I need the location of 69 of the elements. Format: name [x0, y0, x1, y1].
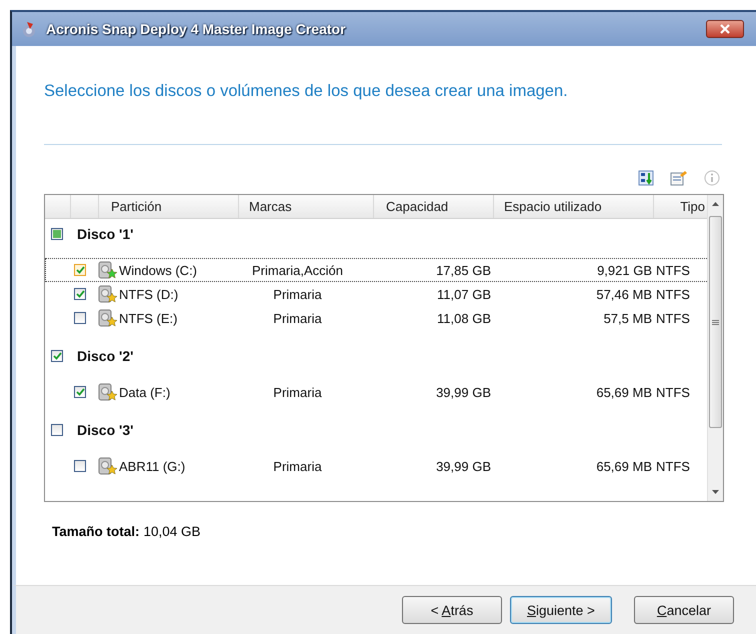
table-row[interactable]: ABR11 (G:) Primaria 39,99 GB 65,69 MB NTFS — [45, 454, 707, 478]
table-cell: 11,07 GB — [437, 286, 491, 302]
grip-icon — [712, 320, 719, 324]
table-row[interactable]: NTFS (D:) Primaria 11,07 GB 57,46 MB NTFS — [45, 282, 707, 306]
close-button[interactable] — [706, 20, 744, 38]
disk-row[interactable]: Disco '3' — [45, 418, 707, 442]
checkbox[interactable] — [51, 424, 63, 436]
disk-row[interactable]: Disco '1' — [45, 222, 707, 246]
table-cell: NTFS — [656, 262, 690, 278]
table-cell: Primaria — [273, 458, 322, 474]
table-cell: Primaria — [273, 310, 322, 326]
properties-icon[interactable] — [670, 170, 688, 186]
table-cell: 65,69 MB — [596, 384, 652, 400]
table-cell: NTFS — [656, 458, 690, 474]
table-cell: 17,85 GB — [436, 262, 491, 278]
partition-name: ABR11 (G:) — [119, 458, 186, 474]
table-cell: Primaria — [273, 286, 322, 302]
drive-star-icon — [98, 383, 118, 401]
column-header[interactable]: Capacidad — [374, 195, 494, 218]
drive-star-icon — [98, 261, 118, 279]
partition-name: NTFS (E:) — [119, 310, 178, 326]
sort-icon[interactable] — [638, 170, 654, 186]
close-icon — [719, 24, 731, 34]
table-cell: 11,08 GB — [437, 310, 491, 326]
column-header[interactable]: Espacio utilizado — [494, 195, 654, 218]
table-cell: Primaria,Acción — [252, 262, 344, 278]
disk-label: Disco '3' — [77, 422, 134, 438]
table-cell: 57,46 MB — [596, 286, 652, 302]
instruction-text: Seleccione los discos o volúmenes de los que desea crear una imagen. — [44, 82, 569, 101]
table-cell: NTFS — [656, 384, 690, 400]
checkbox[interactable] — [51, 350, 63, 362]
table-cell: 65,69 MB — [596, 458, 652, 474]
drive-star-icon — [98, 457, 118, 475]
table-cell: 9,921 GB — [597, 262, 652, 278]
disk-label: Disco '2' — [77, 348, 134, 364]
disk-label: Disco '1' — [77, 226, 134, 242]
app-icon — [20, 20, 38, 38]
checkbox[interactable] — [51, 228, 63, 240]
partition-name: Data (F:) — [119, 384, 170, 400]
total-size-label: Tamaño total: — [52, 524, 140, 539]
table-cell: Primaria — [273, 384, 322, 400]
column-header[interactable]: Marcas — [239, 195, 374, 218]
table-row[interactable]: Data (F:) Primaria 39,99 GB 65,69 MB NTFS — [45, 380, 707, 404]
dialog-button[interactable]: Cancelar — [634, 596, 734, 624]
partition-name: NTFS (D:) — [119, 286, 178, 302]
dialog-button[interactable]: < Atrás — [402, 596, 502, 624]
table-cell: 39,99 GB — [436, 384, 491, 400]
table-cell: NTFS — [656, 286, 690, 302]
checkbox[interactable] — [74, 386, 86, 398]
total-size-value: 10,04 GB — [144, 524, 201, 539]
drive-star-icon — [98, 285, 118, 303]
table-cell: 57,5 MB — [604, 310, 652, 326]
checkbox[interactable] — [74, 312, 86, 324]
up-arrow-icon — [712, 202, 719, 206]
table-cell: 39,99 GB — [436, 458, 491, 474]
partition-name: Windows (C:) — [119, 262, 198, 278]
checkbox[interactable] — [74, 288, 86, 300]
column-header[interactable]: Tipo — [654, 195, 707, 218]
down-arrow-icon — [712, 490, 719, 494]
checkbox[interactable] — [74, 264, 86, 276]
table-cell: NTFS — [656, 310, 690, 326]
disk-row[interactable]: Disco '2' — [45, 344, 707, 368]
drive-star-icon — [98, 309, 118, 327]
window-title: Acronis Snap Deploy 4 Master Image Creator — [46, 21, 347, 37]
dialog-button[interactable]: Siguiente > — [510, 596, 612, 624]
table-row[interactable]: NTFS (E:) Primaria 11,08 GB 57,5 MB NTFS — [45, 306, 707, 330]
column-header[interactable]: Partición — [99, 195, 239, 218]
scroll-thumb[interactable] — [709, 216, 722, 428]
checkbox[interactable] — [74, 460, 86, 472]
